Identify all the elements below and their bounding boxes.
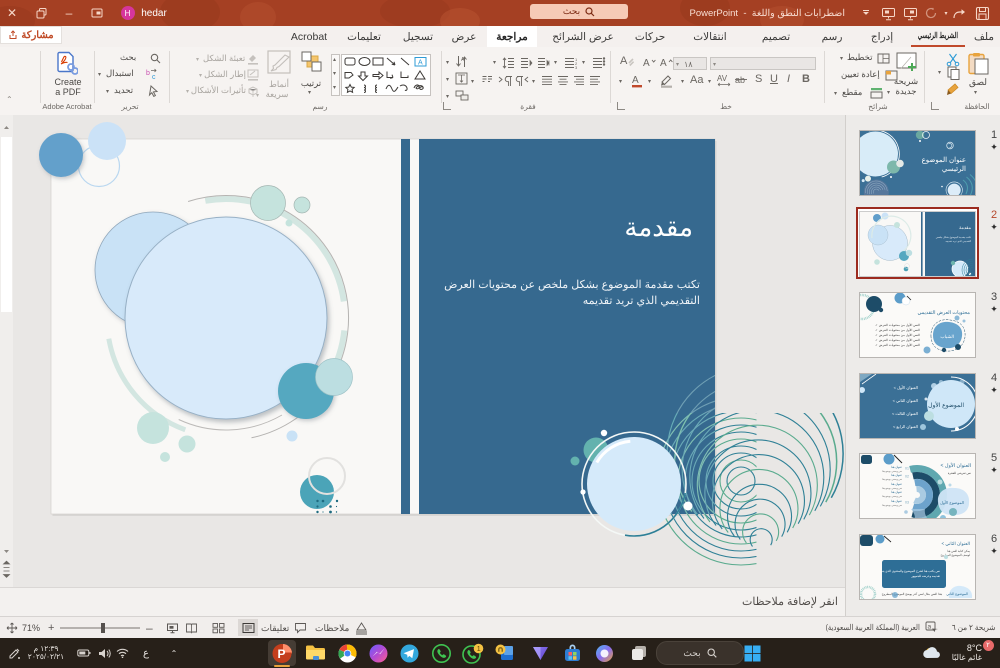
svg-text:c: c [152, 74, 156, 80]
svg-text:✓ النص الأول من محتويات العرض: ✓ النص الأول من محتويات العرض [875, 338, 920, 342]
svg-text:محتويات العرض التقديمي: محتويات العرض التقديمي [917, 310, 970, 316]
svg-text:الشباب: الشباب [940, 334, 954, 339]
svg-text:A: A [660, 58, 667, 68]
svg-text:الرئيسي: الرئيسي [942, 165, 966, 173]
svg-text:01: 01 [905, 467, 909, 471]
svg-text:تقديمه وعرضه للجمهور: تقديمه وعرضه للجمهور [910, 574, 940, 578]
svg-text:عنوان هنا: عنوان هنا [891, 473, 902, 477]
svg-text:تكتب مقدمة الموضوع بشكل ملخص: تكتب مقدمة الموضوع بشكل ملخص [936, 236, 972, 239]
svg-text:b: b [146, 70, 150, 77]
svg-text:A: A [632, 75, 639, 86]
svg-text:< العنوان الأول: < العنوان الأول [941, 461, 971, 469]
svg-text:03: 03 [905, 501, 909, 505]
svg-text:✓ النص الأول من محتويات العرض: ✓ النص الأول من محتويات العرض [875, 343, 920, 347]
svg-text:تكتب مقدمة الموضوع بشكل ملخص ع: تكتب مقدمة الموضوع بشكل ملخص عن محتويات … [444, 279, 700, 291]
svg-text:ab: ab [735, 75, 745, 85]
svg-text:مقدمة: مقدمة [624, 212, 693, 242]
svg-text:AV: AV [717, 74, 728, 83]
svg-text:نص يكتب هنا لشرح الموضوع والمح: نص يكتب هنا لشرح الموضوع والمحتوى الذي ي… [881, 569, 940, 573]
svg-text:الموضوع الأول: الموضوع الأول [940, 499, 964, 505]
svg-text:عنوان هنا: عنوان هنا [891, 465, 902, 469]
svg-text:1: 1 [476, 646, 480, 653]
svg-text:نص تعريفي للفقرة: نص تعريفي للفقرة [948, 471, 971, 475]
svg-text:a: a [928, 624, 932, 631]
svg-text:< العنوان الثاني: < العنوان الثاني [893, 398, 918, 403]
svg-text:نص وصفي يوضع هنا: نص وصفي يوضع هنا [882, 495, 902, 498]
svg-text:عنوان الموضوع: عنوان الموضوع [922, 156, 966, 164]
svg-text:A: A [643, 58, 650, 68]
svg-text:✓ النص الأول من محتويات العرض: ✓ النص الأول من محتويات العرض [875, 333, 920, 337]
svg-text:عنوان هنا: عنوان هنا [891, 482, 902, 486]
svg-text:الموضوع الثاني: الموضوع الثاني [946, 591, 968, 596]
svg-text:02: 02 [905, 475, 909, 479]
svg-text:< العنوان الرابع: < العنوان الرابع [893, 424, 918, 429]
svg-text:التقديمي الذي تريد تقديمه: التقديمي الذي تريد تقديمه [946, 240, 972, 243]
svg-text:✓ النص الأول من محتويات العرض: ✓ النص الأول من محتويات العرض [875, 328, 920, 332]
svg-text:< العنوان الأول: < العنوان الأول [894, 384, 918, 390]
svg-text:عنوان هنا: عنوان هنا [891, 490, 902, 494]
svg-text:نص وصفي يوضع هنا: نص وصفي يوضع هنا [882, 504, 902, 507]
svg-text:A: A [418, 60, 423, 67]
svg-text:< العنوان الثالث: < العنوان الثالث [892, 411, 918, 416]
svg-text:3: 3 [575, 65, 578, 69]
svg-text:P: P [277, 647, 285, 661]
svg-text:A: A [620, 55, 628, 67]
svg-text:نص وصفي يوضع هنا: نص وصفي يوضع هنا [882, 478, 902, 481]
svg-text:التقديمي الذي تريد تقديمه: التقديمي الذي تريد تقديمه [583, 295, 700, 307]
svg-text:مقدمة: مقدمة [959, 225, 971, 230]
svg-text:هذا النص مثال لنص آخر يوضح الم: هذا النص مثال لنص آخر يوضح الموضوع المطر… [882, 591, 943, 596]
svg-text:✓ النص الأول من محتويات العرض: ✓ النص الأول من محتويات العرض [875, 323, 920, 327]
svg-text:عنوان هنا: عنوان هنا [891, 499, 902, 503]
